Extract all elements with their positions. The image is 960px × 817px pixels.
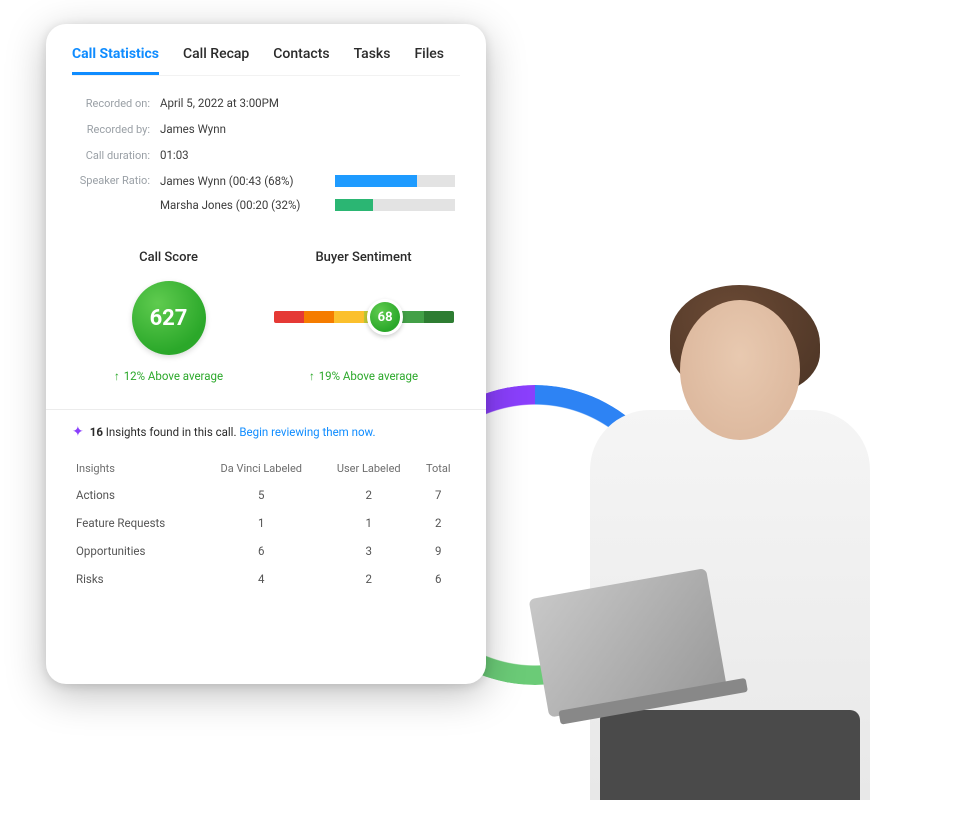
call-details: Recorded on: April 5, 2022 at 3:00PM Rec… (72, 96, 460, 222)
call-score-delta: ↑ 12% Above average (76, 369, 261, 383)
speaker-ratio-label: Speaker Ratio: (72, 174, 160, 187)
cell: Actions (72, 481, 202, 509)
call-duration-label: Call duration: (72, 149, 160, 162)
table-header-row: Insights Da Vinci Labeled User Labeled T… (72, 456, 460, 481)
col-total: Total (417, 456, 460, 481)
sentiment-seg-darkgreen (424, 311, 454, 323)
cell: 4 (202, 565, 321, 593)
col-insights: Insights (72, 456, 202, 481)
col-davinci: Da Vinci Labeled (202, 456, 321, 481)
metrics-row: Call Score 627 ↑ 12% Above average Buyer … (72, 250, 460, 383)
detail-row-call-duration: Call duration: 01:03 (72, 148, 460, 162)
insights-count: 16 (90, 425, 103, 439)
cell: 1 (321, 509, 417, 537)
call-score-delta-text: 12% Above average (124, 369, 223, 383)
arrow-up-icon: ↑ (114, 369, 120, 383)
table-row: Risks 4 2 6 (72, 565, 460, 593)
col-user: User Labeled (321, 456, 417, 481)
cell: 1 (202, 509, 321, 537)
sentiment-delta-text: 19% Above average (319, 369, 418, 383)
cell: Risks (72, 565, 202, 593)
tab-call-statistics[interactable]: Call Statistics (72, 46, 159, 75)
speaker-row-2: Marsha Jones (00:20 (32%) (160, 198, 460, 212)
table-row: Actions 5 2 7 (72, 481, 460, 509)
divider (46, 409, 486, 410)
cell: 7 (417, 481, 460, 509)
insights-table: Insights Da Vinci Labeled User Labeled T… (72, 456, 460, 593)
recorded-by-value: James Wynn (160, 122, 226, 136)
speaker-2-bar-fill (335, 199, 373, 211)
sentiment-gauge: 68 (271, 281, 456, 355)
recorded-by-label: Recorded by: (72, 123, 160, 136)
sentiment-seg-red (274, 311, 304, 323)
cell: Feature Requests (72, 509, 202, 537)
tab-tasks[interactable]: Tasks (354, 46, 391, 75)
call-score-block: Call Score 627 ↑ 12% Above average (76, 250, 261, 383)
insights-body: Insights found in this call. (103, 425, 239, 439)
sentiment-track (274, 311, 454, 323)
cell: 6 (417, 565, 460, 593)
call-duration-value: 01:03 (160, 148, 189, 162)
sentiment-knob: 68 (367, 299, 403, 335)
speaker-row-1: James Wynn (00:43 (68%) (160, 174, 460, 188)
recorded-on-value: April 5, 2022 at 3:00PM (160, 96, 279, 110)
detail-row-recorded-by: Recorded by: James Wynn (72, 122, 460, 136)
tab-contacts[interactable]: Contacts (273, 46, 329, 75)
cell: 6 (202, 537, 321, 565)
speaker-1-text: James Wynn (00:43 (68%) (160, 174, 335, 188)
cell: 2 (321, 565, 417, 593)
tabs: Call Statistics Call Recap Contacts Task… (72, 46, 460, 76)
arrow-up-icon: ↑ (309, 369, 315, 383)
call-statistics-card: Call Statistics Call Recap Contacts Task… (46, 24, 486, 684)
person-illustration (520, 280, 940, 800)
insights-banner: ✦ 16 Insights found in this call. Begin … (72, 424, 460, 440)
detail-row-recorded-on: Recorded on: April 5, 2022 at 3:00PM (72, 96, 460, 110)
cell: 2 (321, 481, 417, 509)
insights-review-link[interactable]: Begin reviewing them now. (239, 425, 375, 439)
cell: 5 (202, 481, 321, 509)
sentiment-seg-yellow (334, 311, 364, 323)
cell: 3 (321, 537, 417, 565)
speaker-2-bar (335, 199, 455, 211)
sparkle-icon: ✦ (72, 424, 84, 440)
sentiment-delta: ↑ 19% Above average (271, 369, 456, 383)
cell: Opportunities (72, 537, 202, 565)
table-row: Opportunities 6 3 9 (72, 537, 460, 565)
call-score-circle: 627 (132, 281, 206, 355)
sentiment-seg-orange (304, 311, 334, 323)
cell: 2 (417, 509, 460, 537)
speaker-2-text: Marsha Jones (00:20 (32%) (160, 198, 335, 212)
recorded-on-label: Recorded on: (72, 97, 160, 110)
tab-call-recap[interactable]: Call Recap (183, 46, 249, 75)
speaker-1-bar (335, 175, 455, 187)
speaker-1-bar-fill (335, 175, 417, 187)
cell: 9 (417, 537, 460, 565)
table-row: Feature Requests 1 1 2 (72, 509, 460, 537)
tab-files[interactable]: Files (414, 46, 444, 75)
buyer-sentiment-block: Buyer Sentiment 68 ↑ 19% Above average (271, 250, 456, 383)
buyer-sentiment-title: Buyer Sentiment (271, 250, 456, 265)
call-score-title: Call Score (76, 250, 261, 265)
insights-banner-text: 16 Insights found in this call. Begin re… (90, 425, 376, 439)
detail-row-speaker-ratio: Speaker Ratio: James Wynn (00:43 (68%) M… (72, 174, 460, 222)
person-face (680, 300, 800, 440)
